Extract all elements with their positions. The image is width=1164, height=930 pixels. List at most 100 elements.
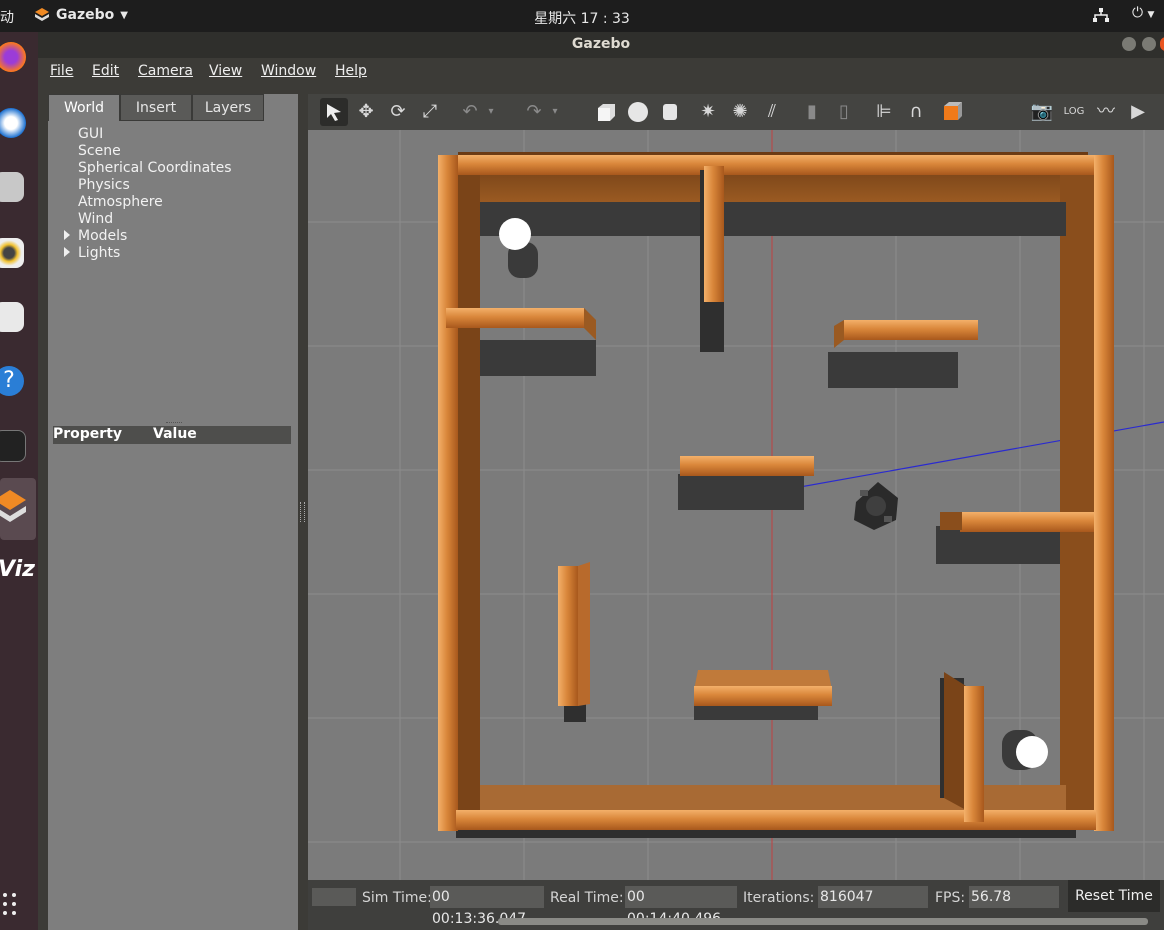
north-wall [438, 155, 1114, 175]
plot-icon[interactable]: 〰 [1092, 98, 1120, 126]
3d-scene[interactable] [308, 130, 1164, 880]
expand-lights-icon[interactable] [64, 247, 70, 257]
scene-render[interactable] [308, 130, 1164, 880]
cylinder-icon[interactable] [656, 98, 684, 126]
tree-item-scene[interactable]: Scene [78, 143, 121, 160]
wall-side [940, 512, 962, 530]
south-wall-shadow [456, 830, 1076, 838]
translate-icon[interactable]: ✥ [352, 98, 380, 126]
tree-item-lights[interactable]: Lights [78, 245, 120, 262]
robot[interactable] [854, 482, 898, 530]
close-button[interactable] [1160, 37, 1164, 51]
window-title: Gazebo [571, 36, 631, 52]
files-icon[interactable] [0, 172, 24, 202]
tab-world[interactable]: World [48, 94, 120, 121]
sphere-icon[interactable] [624, 98, 652, 126]
redo-dropdown-icon[interactable]: ▾ [548, 98, 562, 126]
tab-insert[interactable]: Insert [120, 94, 192, 121]
undo-icon[interactable]: ↶ [456, 98, 484, 126]
maximize-button[interactable] [1142, 37, 1156, 51]
power-icon[interactable]: ⏻ ▼ [1132, 5, 1154, 21]
wall-side [834, 320, 844, 348]
gazebo-window: Gazebo File Edit Camera View Window Help… [38, 32, 1164, 930]
rhythmbox-icon[interactable] [0, 238, 24, 268]
west-wall-inner-face [458, 160, 480, 820]
log-icon[interactable]: LOG [1060, 98, 1088, 126]
video-icon[interactable]: ▶ [1124, 98, 1152, 126]
rviz-icon[interactable]: Viz [0, 557, 35, 582]
window-titlebar: Gazebo [38, 32, 1164, 58]
thunderbird-icon[interactable] [0, 108, 26, 138]
play-pause-button[interactable] [312, 888, 356, 906]
snap-icon[interactable]: ∩ [902, 98, 930, 126]
gazebo-icon [0, 490, 26, 522]
screenshot-icon[interactable]: 📷 [1028, 98, 1056, 126]
real-time-value: 00 00:14:40.496 [625, 886, 737, 927]
interior-wall-east [960, 512, 1094, 532]
south-wall [456, 810, 1096, 830]
interior-wall-south-east [964, 686, 984, 822]
tree-item-gui[interactable]: GUI [78, 126, 103, 143]
firefox-icon[interactable] [0, 42, 26, 72]
property-table-header: Property Value [53, 426, 291, 444]
menu-view[interactable]: View [209, 63, 242, 79]
redo-icon[interactable]: ↷ [520, 98, 548, 126]
east-wall-inner-face [1060, 160, 1094, 820]
toolbar: ✥ ⟳ ⤢ ↶ ▾ ↷ ▾ ✷ ✺ ⫽ ▮ ▯ ⊫ ∩ 📷 LOG 〰 ▶ [308, 94, 1164, 130]
tree-item-wind[interactable]: Wind [78, 211, 113, 228]
software-icon[interactable] [0, 302, 24, 332]
select-arrow-icon[interactable] [320, 98, 348, 126]
wall-side [578, 562, 590, 706]
align-icon[interactable]: ⊫ [870, 98, 898, 126]
app-grid-icon[interactable] [2, 890, 20, 920]
wall-shadow [480, 340, 596, 376]
menu-window[interactable]: Window [261, 63, 316, 79]
interior-wall-south [694, 686, 832, 706]
help-icon[interactable]: ? [0, 366, 24, 396]
east-wall [1094, 155, 1114, 831]
box-icon[interactable] [592, 98, 620, 126]
clock[interactable]: 星期六 17 : 33 [0, 8, 1164, 28]
wall-shadow [828, 352, 958, 388]
world-panel: World Insert Layers GUI Scene Spherical … [48, 94, 298, 930]
tree-item-atmosphere[interactable]: Atmosphere [78, 194, 163, 211]
spot-light-icon[interactable]: ✺ [726, 98, 754, 126]
interior-wall-vertical-top [704, 166, 724, 302]
panel-splitter[interactable] [300, 502, 305, 522]
menu-help[interactable]: Help [335, 63, 367, 79]
menu-camera[interactable]: Camera [138, 63, 193, 79]
fps-label: FPS: [935, 890, 966, 906]
north-wall-shadow [480, 202, 1066, 236]
gazebo-dock-icon[interactable] [0, 478, 36, 540]
tab-layers[interactable]: Layers [192, 94, 264, 121]
copy-icon[interactable]: ▮ [798, 98, 826, 126]
value-header: Value [153, 426, 197, 442]
tree-item-physics[interactable]: Physics [78, 177, 130, 194]
scale-icon[interactable]: ⤢ [416, 98, 444, 126]
interior-wall-north-east [844, 320, 978, 340]
status-bar: Sim Time: 00 00:13:36.047 Real Time: 00 … [308, 880, 1164, 930]
tree-item-models[interactable]: Models [78, 228, 127, 245]
terminal-icon[interactable] [0, 430, 26, 462]
minimize-button[interactable] [1122, 37, 1136, 51]
rotate-icon[interactable]: ⟳ [384, 98, 412, 126]
directional-light-icon[interactable]: ⫽ [758, 98, 786, 126]
paste-icon[interactable]: ▯ [830, 98, 858, 126]
reset-time-button[interactable]: Reset Time [1068, 880, 1160, 912]
sim-time-value: 00 00:13:36.047 [430, 886, 544, 927]
splitter-handle[interactable] [166, 422, 182, 425]
fps-value: 56.78 [969, 886, 1059, 908]
sim-time-label: Sim Time: [362, 890, 432, 906]
expand-models-icon[interactable] [64, 230, 70, 240]
menu-file[interactable]: File [50, 63, 73, 79]
interior-wall-south-west [558, 566, 578, 706]
tree-item-spherical-coordinates[interactable]: Spherical Coordinates [78, 160, 232, 177]
wall-side [944, 672, 966, 810]
menu-edit[interactable]: Edit [92, 63, 119, 79]
real-time-label: Real Time: [550, 890, 624, 906]
horizontal-scrollbar[interactable] [498, 918, 1148, 925]
network-icon[interactable] [1092, 6, 1110, 24]
undo-dropdown-icon[interactable]: ▾ [484, 98, 498, 126]
view-angle-icon[interactable] [940, 98, 968, 126]
point-light-icon[interactable]: ✷ [694, 98, 722, 126]
